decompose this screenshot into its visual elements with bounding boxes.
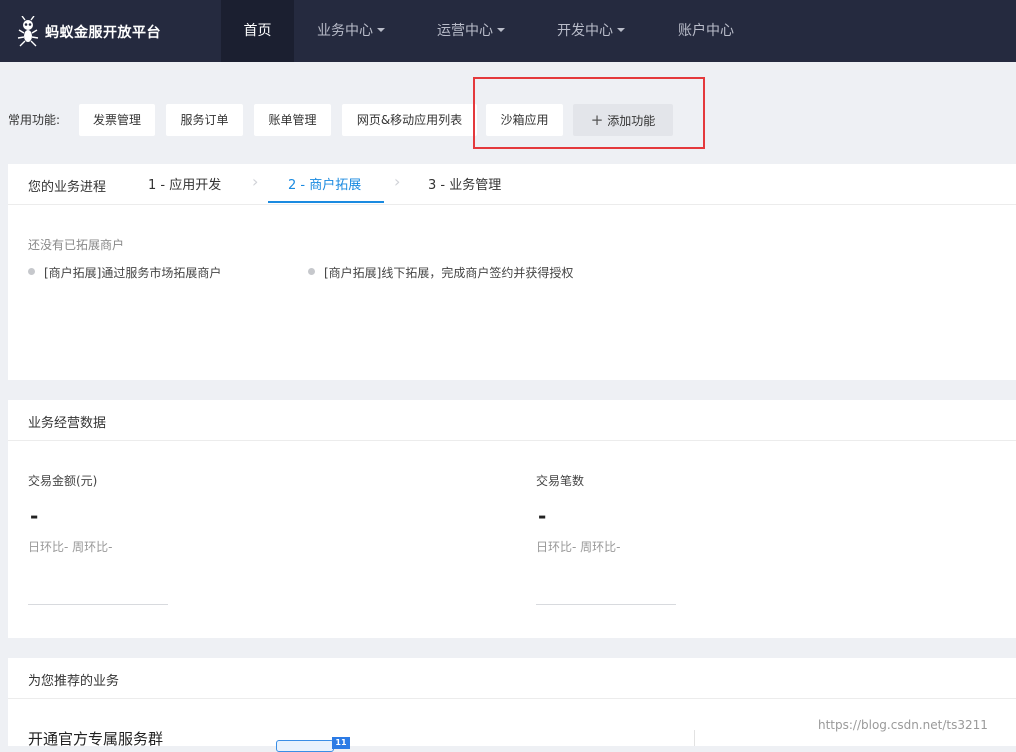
watermark: https://blog.csdn.net/ts3211 bbox=[818, 718, 988, 732]
step-app-development[interactable]: 1 - 应用开发 bbox=[148, 174, 221, 193]
transaction-amount-label: 交易金额(元) bbox=[28, 474, 98, 488]
transaction-count-sparkline bbox=[536, 604, 676, 605]
nav-business-center-label: 业务中心 bbox=[317, 23, 373, 39]
recommended-business-panel: 为您推荐的业务 开通官方专属服务群 11 bbox=[8, 658, 1016, 752]
business-data-panel: 业务经营数据 交易金额(元) - 日环比- 周环比- 交易笔数 - 日环比- 周… bbox=[8, 400, 1016, 638]
merchant-market-link[interactable]: [商户拓展]通过服务市场拓展商户 bbox=[44, 264, 221, 281]
highlight-box bbox=[473, 77, 705, 149]
empty-merchants-text: 还没有已拓展商户 bbox=[28, 238, 125, 252]
progress-header: 您的业务进程 1 - 应用开发 › 2 - 商户拓展 › 3 - 业务管理 bbox=[8, 164, 1016, 205]
caret-down-icon bbox=[377, 28, 385, 32]
nav-home-label: 首页 bbox=[243, 23, 272, 39]
top-navbar: 蚂蚁金服开放平台 首页 业务中心 运营中心 开发中心 账户中心 bbox=[0, 0, 1016, 62]
progress-title: 您的业务进程 bbox=[28, 180, 107, 195]
merchant-offline-link[interactable]: [商户拓展]线下拓展，完成商户签约并获得授权 bbox=[324, 264, 573, 281]
quick-functions-label: 常用功能: bbox=[8, 113, 61, 127]
quick-invoice-button[interactable]: 发票管理 bbox=[79, 104, 155, 136]
recommended-header: 为您推荐的业务 bbox=[8, 658, 1016, 699]
nav-operations-center-label: 运营中心 bbox=[437, 23, 493, 39]
step-business-management[interactable]: 3 - 业务管理 bbox=[428, 174, 501, 193]
transaction-count-value: - bbox=[538, 504, 547, 528]
quick-service-orders-button[interactable]: 服务订单 bbox=[166, 104, 243, 136]
nav-developer-center-label: 开发中心 bbox=[557, 23, 613, 39]
chevron-right-icon: › bbox=[394, 172, 401, 191]
recommended-title: 为您推荐的业务 bbox=[28, 674, 120, 689]
step-merchant-expansion[interactable]: 2 - 商户拓展 bbox=[288, 174, 361, 193]
bullet-dot bbox=[28, 268, 35, 275]
nav-account-center[interactable]: 账户中心 bbox=[656, 0, 756, 62]
caret-down-icon bbox=[617, 28, 625, 32]
transaction-count-compare: 日环比- 周环比- bbox=[536, 540, 621, 554]
business-data-title: 业务经营数据 bbox=[28, 416, 107, 431]
logo[interactable]: 蚂蚁金服开放平台 bbox=[17, 15, 161, 49]
ant-logo-icon bbox=[17, 16, 39, 47]
quick-app-list-button[interactable]: 网页&移动应用列表 bbox=[342, 104, 477, 136]
nav-account-center-label: 账户中心 bbox=[678, 23, 734, 39]
transaction-amount-value: - bbox=[30, 504, 39, 528]
nav-operations-center[interactable]: 运营中心 bbox=[416, 0, 526, 62]
chevron-right-icon: › bbox=[252, 172, 259, 191]
business-data-header: 业务经营数据 bbox=[8, 400, 1016, 441]
bullet-dot bbox=[308, 268, 315, 275]
logo-text: 蚂蚁金服开放平台 bbox=[45, 25, 161, 41]
active-step-indicator bbox=[268, 201, 384, 203]
transaction-amount-sparkline bbox=[28, 604, 168, 605]
calendar-badge-icon: 11 bbox=[332, 737, 350, 749]
nav-developer-center[interactable]: 开发中心 bbox=[536, 0, 646, 62]
nav-home[interactable]: 首页 bbox=[221, 0, 294, 62]
nav-business-center[interactable]: 业务中心 bbox=[296, 0, 406, 62]
business-progress-panel: 您的业务进程 1 - 应用开发 › 2 - 商户拓展 › 3 - 业务管理 还没… bbox=[8, 164, 1016, 380]
quick-bill-button[interactable]: 账单管理 bbox=[254, 104, 331, 136]
transaction-amount-compare: 日环比- 周环比- bbox=[28, 540, 113, 554]
recommended-item-illustration bbox=[276, 740, 334, 752]
transaction-count-label: 交易笔数 bbox=[536, 474, 585, 488]
divider bbox=[694, 730, 695, 746]
caret-down-icon bbox=[497, 28, 505, 32]
